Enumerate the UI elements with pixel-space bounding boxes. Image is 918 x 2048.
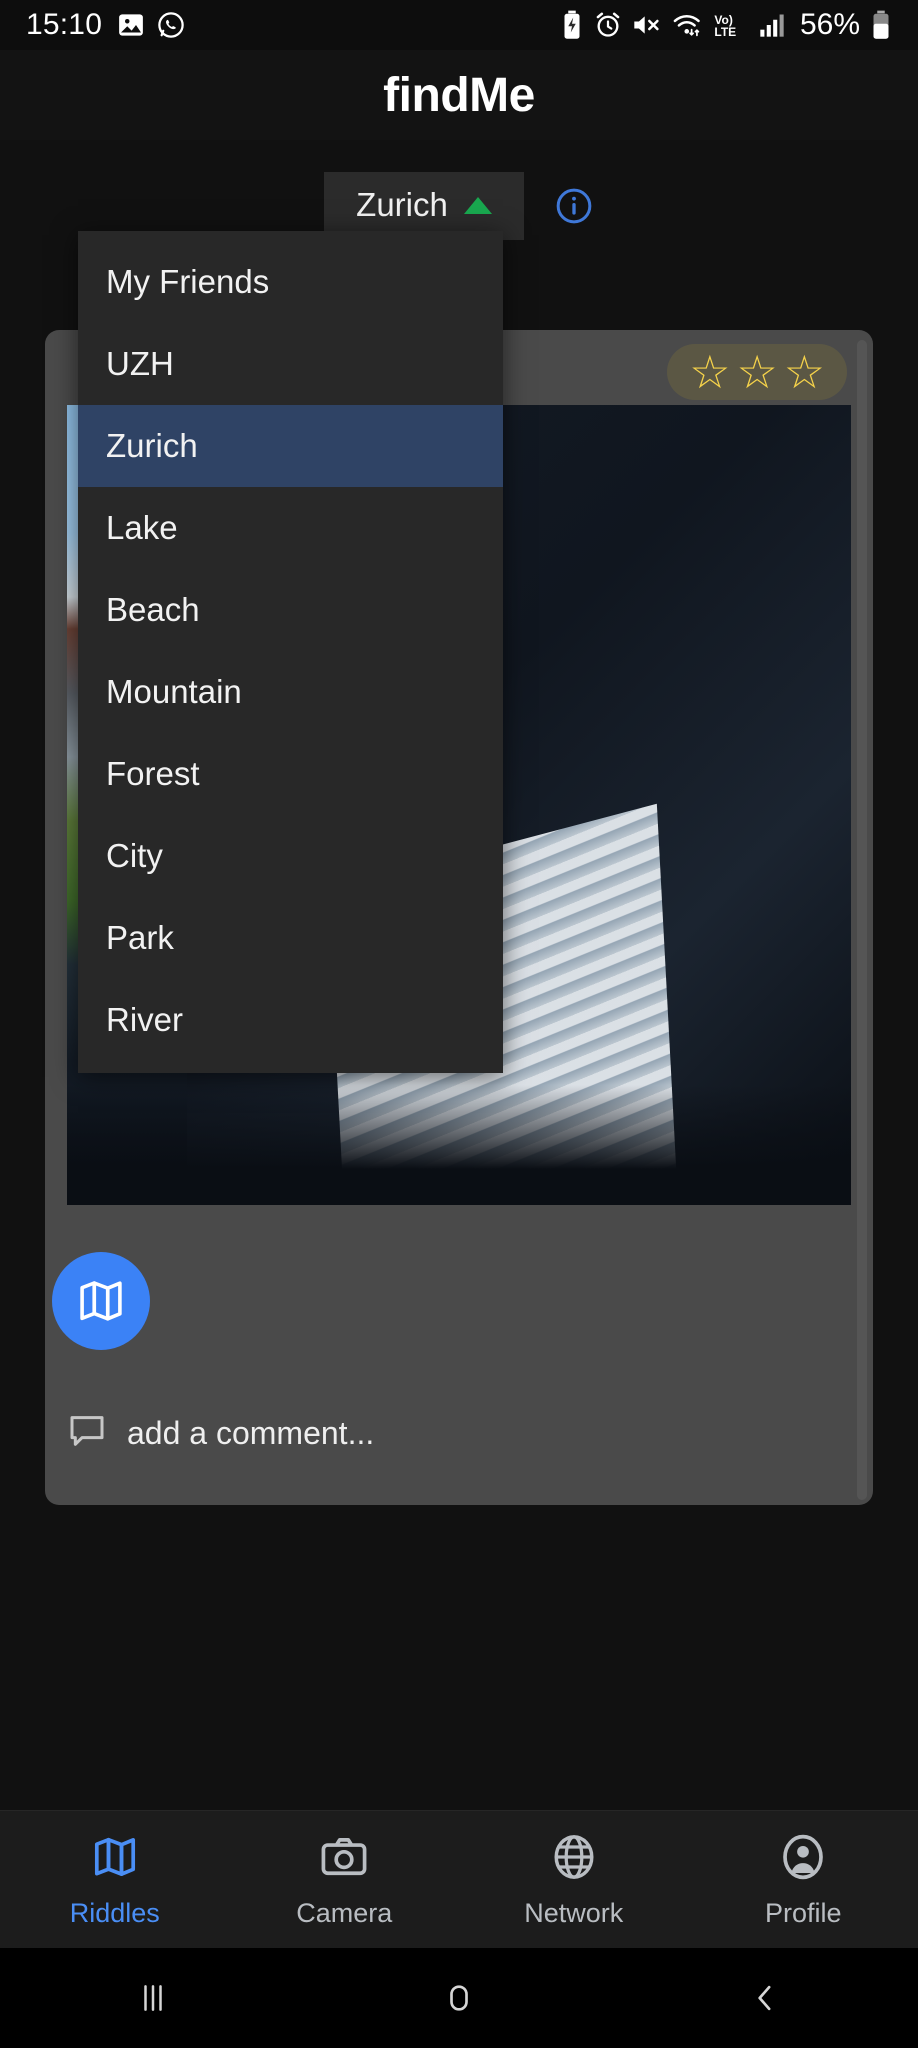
app-title: findMe (383, 68, 535, 122)
dropdown-option-label: Mountain (106, 673, 242, 710)
system-navigation-bar (0, 1948, 918, 2048)
nav-label-riddles: Riddles (69, 1897, 160, 1928)
nav-item-profile[interactable]: Profile (689, 1831, 918, 1929)
status-bar-right-icons: Vo) LTE 56% (560, 8, 892, 42)
star-icon[interactable]: ☆ (737, 349, 778, 395)
person-circle-icon (777, 1831, 829, 1888)
category-select-value: Zurich (356, 186, 448, 223)
bottom-navigation: Riddles Camera Network Profile (0, 1810, 918, 1948)
map-icon (80, 1281, 122, 1321)
dropdown-option-label: Forest (106, 755, 200, 792)
star-icon[interactable]: ☆ (689, 349, 730, 395)
dropdown-option-label: Beach (106, 591, 200, 628)
whatsapp-icon (156, 10, 186, 40)
status-bar-clock: 15:10 (26, 8, 103, 41)
nav-item-riddles[interactable]: Riddles (0, 1831, 230, 1929)
home-icon[interactable] (306, 1978, 612, 2018)
volte-icon: Vo) LTE (712, 10, 748, 40)
nav-label-camera: Camera (296, 1897, 393, 1928)
app-header: findMe (0, 50, 918, 140)
dropdown-option-beach[interactable]: Beach (78, 569, 503, 651)
dropdown-option-label: Zurich (106, 427, 198, 464)
mute-icon (632, 11, 662, 39)
nav-item-camera[interactable]: Camera (230, 1831, 460, 1929)
dropdown-option-river[interactable]: River (78, 979, 503, 1061)
photo-bottom-gradient (67, 1085, 851, 1205)
dropdown-option-label: My Friends (106, 263, 270, 300)
dropdown-option-park[interactable]: Park (78, 897, 503, 979)
dropdown-option-label: UZH (106, 345, 174, 382)
info-icon[interactable] (554, 186, 594, 226)
battery-percent-label: 56% (799, 8, 860, 41)
caret-up-icon (463, 196, 492, 214)
dropdown-option-label: River (106, 1001, 184, 1038)
dropdown-option-label: City (106, 837, 163, 874)
dropdown-option-forest[interactable]: Forest (78, 733, 503, 815)
dropdown-option-city[interactable]: City (78, 815, 503, 897)
alarm-icon (594, 11, 622, 39)
category-dropdown-menu[interactable]: My Friends UZH Zurich Lake Beach Mountai… (78, 231, 503, 1073)
add-comment-placeholder: add a comment... (127, 1415, 375, 1451)
comment-bubble-icon (67, 1412, 107, 1455)
rating-stars[interactable]: ☆ ☆ ☆ (667, 344, 847, 400)
wifi-icon (672, 11, 702, 39)
map-icon (89, 1831, 141, 1888)
dropdown-option-uzh[interactable]: UZH (78, 323, 503, 405)
nav-label-network: Network (524, 1897, 624, 1928)
star-icon[interactable]: ☆ (784, 349, 825, 395)
back-icon[interactable] (612, 1978, 918, 2018)
globe-icon (548, 1831, 600, 1888)
main-content: Zurich ☆ ☆ ☆ add a comment... My Friends… (0, 140, 918, 1810)
status-bar: 15:10 Vo) LTE 56% (0, 0, 918, 50)
card-scrollbar[interactable] (857, 340, 867, 1500)
add-comment-row[interactable]: add a comment... (67, 1412, 374, 1455)
category-select-trigger[interactable]: Zurich (324, 172, 524, 240)
nav-label-profile: Profile (764, 1897, 842, 1928)
recents-icon[interactable] (0, 1978, 306, 2018)
dropdown-option-mountain[interactable]: Mountain (78, 651, 503, 733)
dropdown-option-my-friends[interactable]: My Friends (78, 241, 503, 323)
dropdown-option-lake[interactable]: Lake (78, 487, 503, 569)
phone-screen: 15:10 Vo) LTE 56% findMe Zurich ☆ ☆ ☆ ad… (0, 0, 918, 2048)
dropdown-option-label: Lake (106, 509, 178, 546)
status-bar-left-icons (116, 10, 186, 40)
svg-text:LTE: LTE (714, 25, 736, 39)
image-icon (116, 10, 146, 40)
dropdown-option-label: Park (106, 919, 174, 956)
map-fab-button[interactable] (52, 1252, 150, 1350)
battery-saver-icon (560, 10, 584, 40)
camera-icon (318, 1831, 370, 1888)
dropdown-option-zurich[interactable]: Zurich (78, 405, 503, 487)
battery-icon (870, 10, 892, 40)
filter-row: Zurich (0, 172, 918, 240)
signal-icon (758, 11, 786, 39)
nav-item-network[interactable]: Network (459, 1831, 689, 1929)
